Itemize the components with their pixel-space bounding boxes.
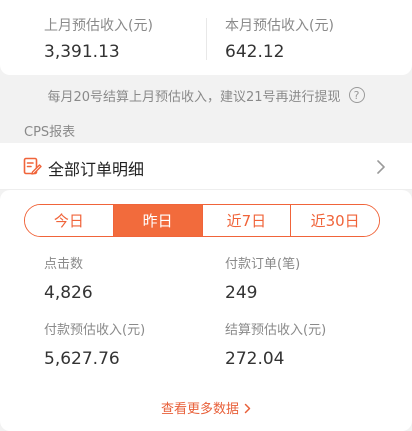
clicks-stat: 点击数 4,826 [44, 256, 93, 304]
settlement-notice: 每月20号结算上月预估收入，建议21号再进行提现 ? [0, 75, 412, 115]
last-month-income-label: 上月预估收入(元) [44, 18, 153, 34]
chevron-right-icon [244, 403, 251, 414]
chevron-right-icon [377, 160, 385, 174]
edit-document-icon [23, 157, 42, 175]
paid-orders-label: 付款订单(笔) [225, 257, 301, 272]
view-more-data-label: 查看更多数据 [160, 402, 239, 417]
cps-report-panel: 今日 昨日 近7日 近30日 点击数 4,826 付款订单(笔) 249 付款预… [0, 190, 412, 431]
view-more-data-link[interactable]: 查看更多数据 [0, 398, 412, 417]
settled-income-value: 272.04 [225, 349, 285, 369]
last-month-income-value: 3,391.13 [44, 42, 120, 62]
last-month-income: 上月预估收入(元) 3,391.13 [44, 17, 153, 63]
divider [206, 18, 207, 60]
income-summary-card: 上月预估收入(元) 3,391.13 本月预估收入(元) 642.12 [0, 0, 412, 75]
this-month-income-value: 642.12 [225, 42, 285, 62]
this-month-income: 本月预估收入(元) 642.12 [225, 17, 334, 63]
tab-last-30-days[interactable]: 近30日 [291, 205, 379, 236]
question-circle-icon[interactable]: ? [348, 87, 365, 103]
paid-orders-value: 249 [225, 283, 258, 303]
clicks-value: 4,826 [44, 283, 93, 303]
paid-income-value: 5,627.76 [44, 349, 120, 369]
settled-income-label: 结算预估收入(元) [225, 323, 327, 338]
all-orders-row[interactable]: 全部订单明细 [0, 143, 412, 190]
settled-income-stat: 结算预估收入(元) 272.04 [225, 322, 326, 370]
this-month-income-label: 本月预估收入(元) [225, 18, 334, 34]
settlement-notice-text: 每月20号结算上月预估收入，建议21号再进行提现 [47, 89, 341, 105]
all-orders-title: 全部订单明细 [48, 160, 145, 179]
tab-yesterday[interactable]: 昨日 [113, 205, 203, 236]
tab-today[interactable]: 今日 [25, 205, 114, 236]
paid-orders-stat: 付款订单(笔) 249 [225, 256, 300, 304]
tab-last-7-days[interactable]: 近7日 [202, 205, 292, 236]
paid-income-label: 付款预估收入(元) [44, 323, 146, 338]
period-tabs: 今日 昨日 近7日 近30日 [24, 204, 380, 237]
paid-income-stat: 付款预估收入(元) 5,627.76 [44, 322, 145, 370]
clicks-label: 点击数 [44, 257, 84, 272]
section-title-cps: CPS报表 [24, 125, 76, 140]
